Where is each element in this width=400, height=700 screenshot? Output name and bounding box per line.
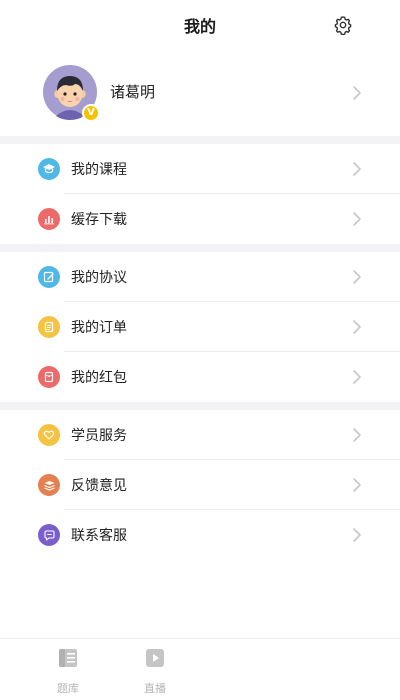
menu-item-label: 联系客服 [71, 528, 127, 544]
menu-item-contact-support[interactable]: 联系客服 [0, 510, 400, 560]
vip-badge-label: V [87, 107, 95, 118]
tab-live[interactable]: 直播 [125, 639, 185, 700]
question-bank-icon [59, 649, 77, 667]
avatar[interactable]: V [42, 64, 100, 122]
chevron-right-icon [353, 86, 361, 100]
chevron-right-icon [353, 478, 361, 492]
gear-icon [334, 16, 352, 35]
chevron-right-icon [353, 528, 361, 542]
menu-item-downloads[interactable]: 缓存下载 [0, 194, 400, 244]
menu-item-feedback[interactable]: 反馈意见 [0, 460, 400, 510]
section-divider [0, 136, 400, 144]
menu-item-label: 缓存下载 [71, 212, 127, 228]
chevron-right-icon [353, 212, 361, 226]
chevron-right-icon [353, 320, 361, 334]
tab-question-bank[interactable]: 题库 [38, 639, 98, 700]
profile-screen: 我的 V 诸葛明 我的课程 缓存下载 我的协议 我的订单 我的红包 学员服务 反… [0, 0, 400, 700]
menu-item-my-agreements[interactable]: 我的协议 [0, 252, 400, 302]
menu-item-label: 我的订单 [71, 320, 127, 336]
live-play-icon [146, 649, 164, 667]
chevron-right-icon [353, 428, 361, 442]
graduation-cap-icon [38, 158, 60, 180]
tab-label: 题库 [57, 682, 79, 695]
username: 诸葛明 [110, 83, 156, 101]
vip-badge: V [82, 104, 100, 122]
menu-item-student-services[interactable]: 学员服务 [0, 410, 400, 460]
chevron-right-icon [353, 270, 361, 284]
chat-bubble-icon [38, 524, 60, 546]
chevron-right-icon [353, 162, 361, 176]
settings-button[interactable] [331, 13, 355, 37]
edit-doc-icon [38, 266, 60, 288]
red-packet-icon [38, 366, 60, 388]
section-divider [0, 402, 400, 410]
heart-icon [38, 424, 60, 446]
menu-item-label: 我的红包 [71, 370, 127, 386]
menu-item-label: 我的课程 [71, 162, 127, 178]
stack-icon [38, 474, 60, 496]
bar-chart-icon [38, 208, 60, 230]
menu-item-label: 学员服务 [71, 428, 127, 444]
menu-item-my-courses[interactable]: 我的课程 [0, 144, 400, 194]
chevron-right-icon [353, 370, 361, 384]
tab-bar: 题库 直播 [0, 638, 400, 700]
tab-label: 直播 [144, 682, 166, 695]
menu-item-label: 反馈意见 [71, 478, 127, 494]
profile-card[interactable]: V 诸葛明 [0, 52, 400, 134]
menu-item-label: 我的协议 [71, 270, 127, 286]
section-divider [0, 244, 400, 252]
menu-item-my-orders[interactable]: 我的订单 [0, 302, 400, 352]
order-doc-icon [38, 316, 60, 338]
menu-item-my-red-packets[interactable]: 我的红包 [0, 352, 400, 402]
header-bar: 我的 [0, 0, 400, 50]
